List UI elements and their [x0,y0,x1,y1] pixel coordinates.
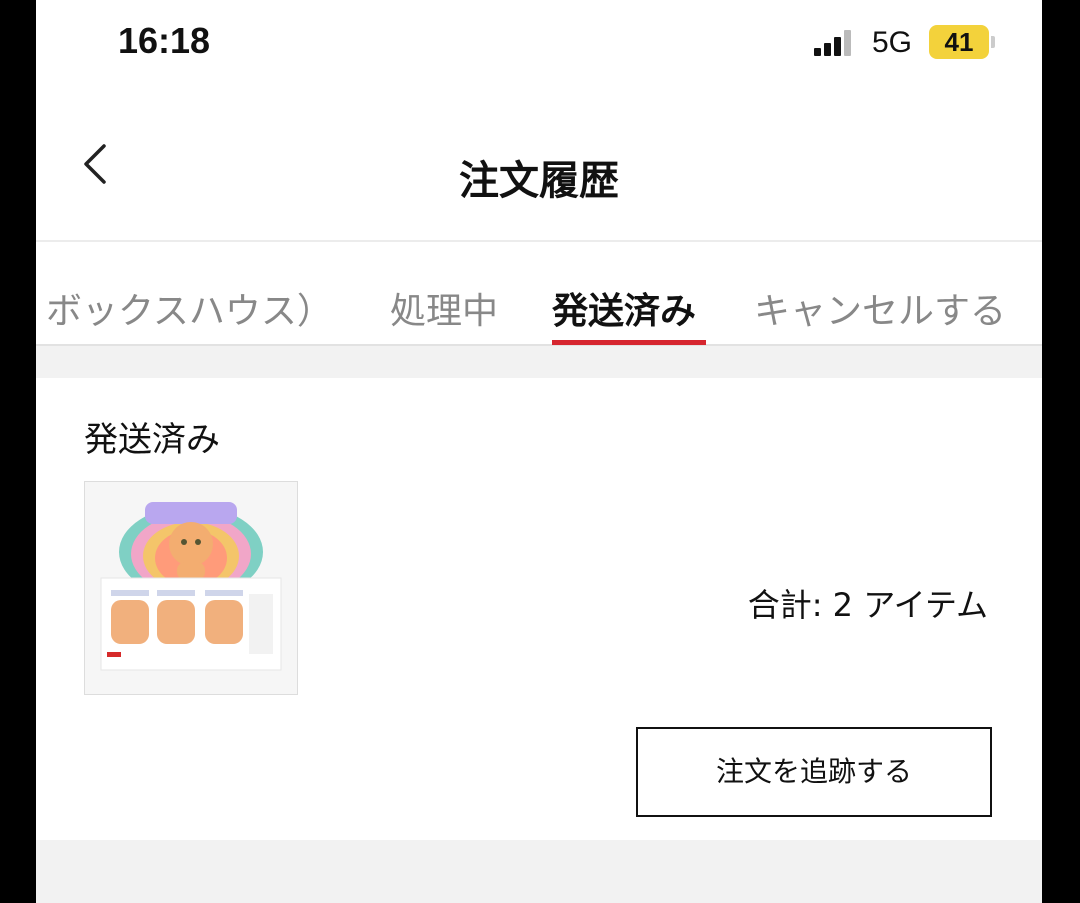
page-title: 注文履歴 [459,158,619,204]
order-total: 合計: 2 アイテム [747,586,988,624]
battery-icon: 41 [929,25,989,59]
status-bar: 16:18 5G 41 [36,0,1042,90]
product-thumbnail[interactable] [84,481,298,695]
battery-cap [991,36,995,48]
tab-box-house[interactable]: ボックスハウス） [46,282,333,334]
product-box-image [85,482,297,694]
status-time: 16:18 [118,20,211,61]
track-order-button[interactable]: 注文を追跡する [636,727,992,817]
tab-processing[interactable]: 処理中 [390,282,498,334]
order-status-label: 発送済み [84,420,220,460]
cellular-signal-icon [814,30,858,56]
network-type: 5G [872,26,913,59]
tab-cancel[interactable]: キャンセルする [754,282,1006,334]
tab-shipped[interactable]: 発送済み [552,282,696,334]
navigation-bar: 注文履歴 [36,90,1042,240]
active-tab-indicator [552,340,706,345]
order-status-tabs: ボックスハウス） 処理中 発送済み キャンセルする [36,240,1042,346]
order-card[interactable]: 発送済み 合計: 2 アイテム 注文を追跡する [36,378,1042,840]
app-screen: 16:18 5G 41 注文履歴 ボックスハウス） 処理中 発送済み キャンセル… [36,0,1042,903]
